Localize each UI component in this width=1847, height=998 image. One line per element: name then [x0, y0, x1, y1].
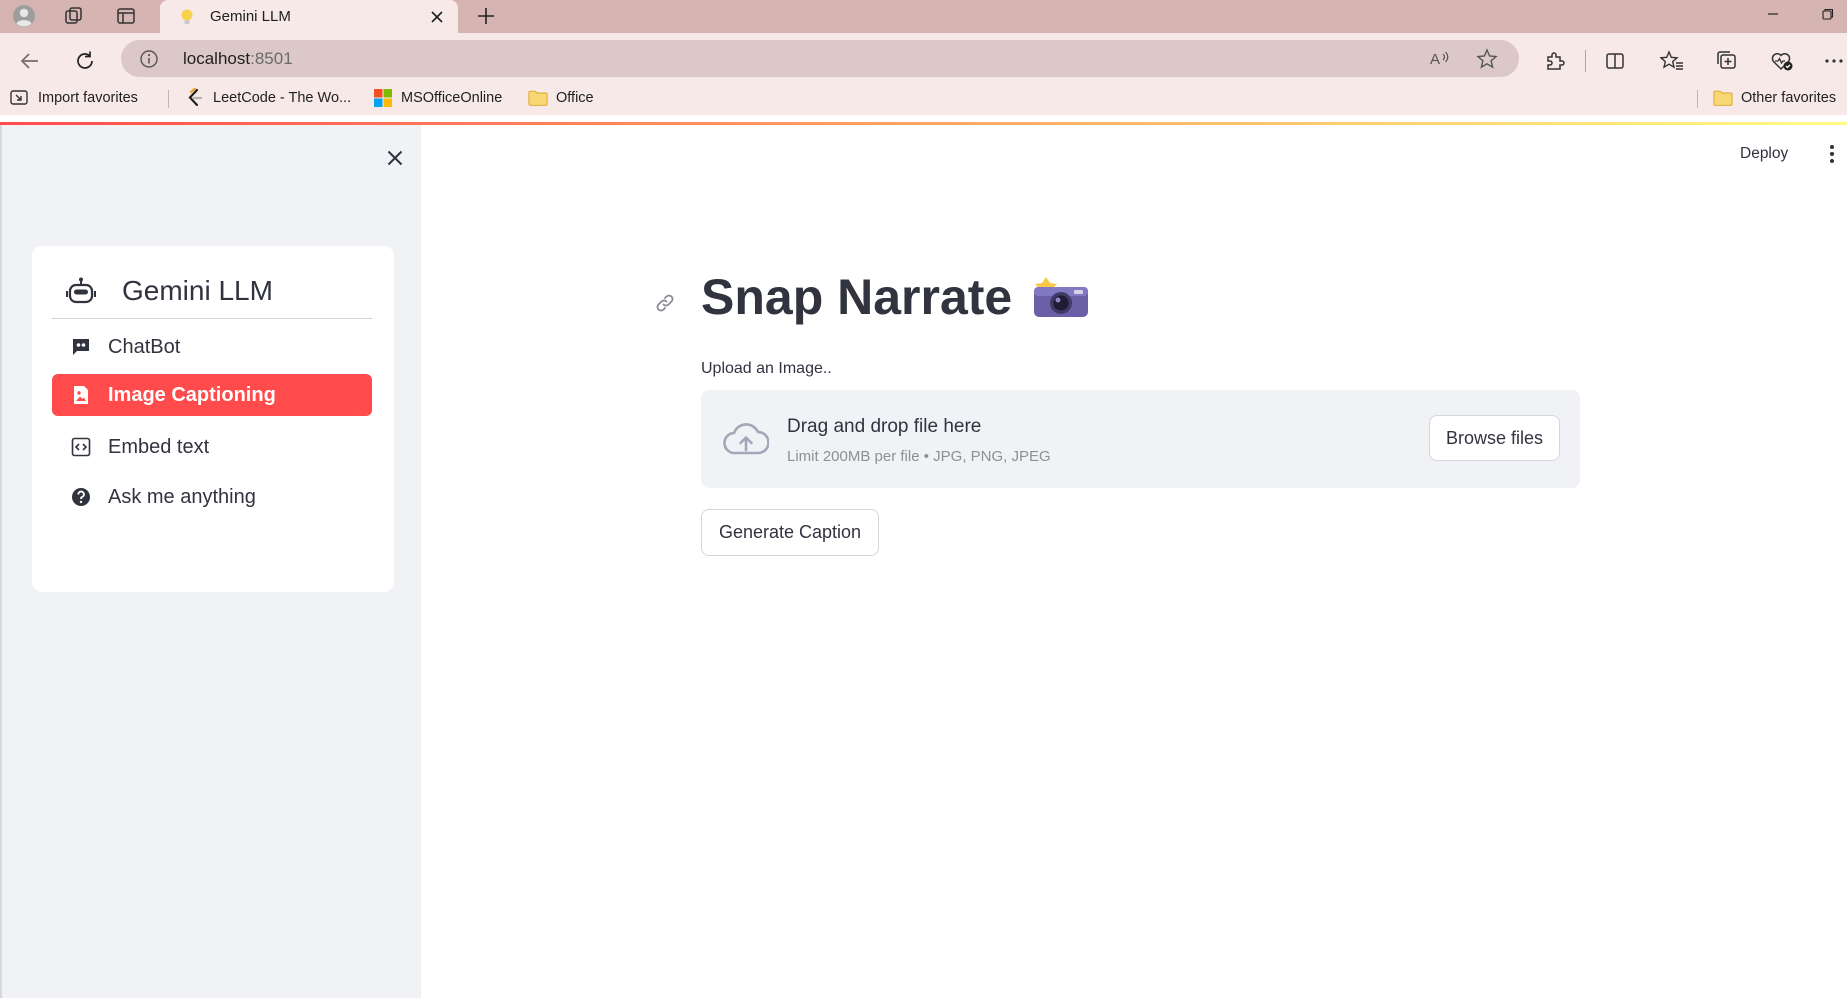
menu-item-label: Embed text	[108, 435, 210, 458]
puzzle-icon	[1547, 52, 1565, 70]
browser-toolbar: localhost:8501 A Import favorites LeetCo…	[0, 33, 1847, 115]
url-port: :8501	[250, 49, 293, 68]
favorite-leetcode[interactable]: LeetCode - The Wo...	[185, 86, 351, 110]
menu-title: Gemini LLM	[122, 275, 273, 306]
generate-caption-button[interactable]: Generate Caption	[701, 509, 879, 556]
minimize-button[interactable]	[1750, 0, 1796, 28]
favorites-bar: Import favorites LeetCode - The Wo... MS…	[0, 86, 1847, 110]
tab-actions-icon	[117, 8, 135, 24]
option-menu: Gemini LLM ChatBot Image Captioning Embe…	[32, 246, 394, 592]
menu-item-embed-text[interactable]: Embed text	[52, 422, 372, 472]
leetcode-icon	[185, 88, 205, 108]
menu-item-ask-me-anything[interactable]: Ask me anything	[52, 472, 372, 522]
url-host: localhost	[183, 49, 251, 68]
favorite-office-folder[interactable]: Office	[528, 86, 594, 110]
deploy-button[interactable]: Deploy	[1740, 142, 1788, 166]
restore-icon	[1822, 8, 1834, 20]
favorites-separator	[1697, 90, 1698, 108]
menu-item-label: Ask me anything	[108, 485, 256, 508]
restore-button[interactable]	[1805, 0, 1847, 28]
browser-tab-active[interactable]: Gemini LLM	[160, 0, 458, 33]
favorite-msofficeonline[interactable]: MSOfficeOnline	[373, 86, 502, 110]
read-aloud-icon[interactable]: A	[1429, 48, 1451, 70]
minimize-icon	[1768, 13, 1778, 15]
favorite-import[interactable]: Import favorites	[10, 86, 138, 110]
favorites-list-icon	[1660, 50, 1683, 70]
split-screen-button[interactable]	[1600, 46, 1630, 76]
menu-item-image-captioning[interactable]: Image Captioning	[52, 374, 372, 416]
split-screen-icon	[1606, 53, 1624, 69]
more-horizontal-icon	[1825, 59, 1843, 63]
refresh-icon	[77, 51, 93, 69]
main-menu-button[interactable]	[1822, 142, 1842, 166]
uploader-label: Upload an Image..	[701, 360, 832, 377]
more-vertical-icon	[1830, 145, 1834, 163]
collections-button[interactable]	[1712, 46, 1742, 76]
image-file-icon	[70, 384, 92, 406]
chat-quote-icon	[70, 336, 92, 358]
extensions-button[interactable]	[1540, 46, 1570, 76]
workspaces-button[interactable]	[58, 2, 90, 30]
heart-pulse-icon	[1771, 53, 1793, 71]
plus-icon	[478, 8, 494, 24]
robot-icon	[64, 274, 98, 308]
sidebar-close-button[interactable]	[382, 145, 408, 171]
microsoft-icon	[373, 88, 393, 108]
svg-text:A: A	[1430, 51, 1440, 68]
refresh-button[interactable]	[67, 43, 103, 79]
browse-files-button[interactable]: Browse files	[1429, 415, 1560, 461]
url-text[interactable]: localhost:8501	[183, 49, 293, 69]
favorite-star-icon[interactable]	[1476, 48, 1498, 70]
menu-item-label: ChatBot	[108, 335, 181, 358]
folder-icon	[528, 88, 548, 108]
lightbulb-icon	[178, 8, 196, 26]
close-icon	[431, 10, 443, 23]
cloud-upload-icon	[721, 420, 771, 458]
folder-icon	[1713, 88, 1733, 108]
back-button[interactable]	[12, 43, 48, 79]
file-dropzone[interactable]: Drag and drop file here Limit 200MB per …	[701, 390, 1580, 488]
vertical-tabs-button[interactable]	[110, 2, 142, 30]
page-title-text: Snap Narrate	[701, 269, 1013, 325]
sidebar: Gemini LLM ChatBot Image Captioning Embe…	[0, 125, 421, 998]
collections-icon	[1717, 51, 1736, 69]
workspaces-icon	[65, 7, 82, 24]
profile-button[interactable]	[8, 2, 40, 30]
menu-item-label: Image Captioning	[108, 383, 276, 406]
code-square-icon	[70, 436, 92, 458]
tab-title: Gemini LLM	[210, 8, 291, 25]
other-favorites[interactable]: Other favorites	[1713, 86, 1836, 110]
favorite-label: MSOfficeOnline	[401, 90, 503, 106]
import-icon	[10, 88, 30, 108]
browser-essentials-button[interactable]	[1767, 46, 1797, 76]
close-icon	[387, 150, 403, 166]
menu-header: Gemini LLM	[52, 264, 372, 319]
question-circle-icon	[70, 486, 92, 508]
browser-tab-strip: Gemini LLM	[0, 0, 1847, 33]
link-icon	[656, 294, 674, 312]
favorite-label: Import favorites	[38, 90, 138, 106]
title-anchor-link[interactable]	[652, 290, 678, 316]
other-favorites-label: Other favorites	[1741, 90, 1837, 106]
camera-flash-icon	[1032, 274, 1090, 320]
favorite-label: LeetCode - The Wo...	[213, 90, 352, 106]
dropzone-instructions: Drag and drop file here	[787, 416, 982, 437]
site-info-icon[interactable]	[139, 49, 159, 69]
favorite-label: Office	[556, 90, 594, 106]
new-tab-button[interactable]	[470, 2, 502, 30]
favorites-separator	[168, 90, 169, 108]
page-title: Snap Narrate	[701, 268, 1090, 326]
settings-menu-button[interactable]	[1819, 46, 1847, 76]
toolbar-separator	[1585, 50, 1586, 72]
profile-icon	[13, 5, 35, 27]
dropzone-limit: Limit 200MB per file • JPG, PNG, JPEG	[787, 448, 1051, 465]
favorites-button[interactable]	[1657, 46, 1687, 76]
menu-item-chatbot[interactable]: ChatBot	[52, 322, 372, 372]
tab-close-button[interactable]	[424, 4, 450, 30]
address-bar[interactable]: localhost:8501 A	[121, 40, 1519, 77]
arrow-left-icon	[20, 53, 38, 69]
